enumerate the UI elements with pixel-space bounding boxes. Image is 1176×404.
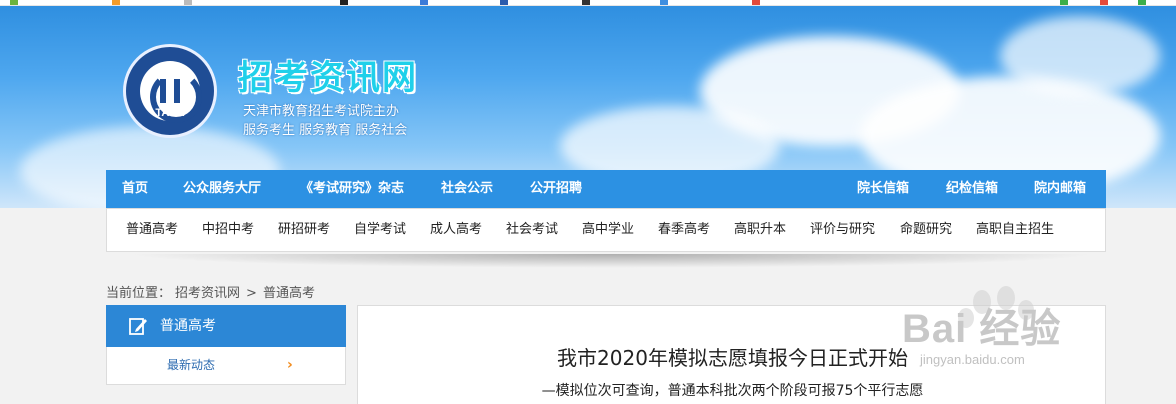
site-slogan: 服务考生 服务教育 服务社会: [243, 123, 408, 138]
subnav-item[interactable]: 高职自主招生: [976, 209, 1054, 251]
breadcrumb: 当前位置： 招考资讯网 > 普通高考: [106, 282, 319, 301]
site-title[interactable]: 招考资讯网: [238, 50, 418, 99]
sidebar-title: 普通高考: [160, 318, 216, 334]
subnav-item[interactable]: 普通高考: [126, 209, 178, 251]
bookmark-icon[interactable]: [10, 0, 18, 5]
subnav-item[interactable]: 自学考试: [354, 209, 406, 251]
chevron-right-icon: ›: [287, 357, 293, 373]
subnav-item[interactable]: 春季高考: [658, 209, 710, 251]
sub-nav: 普通高考 中招中考 研招研考 自学考试 成人高考 社会考试 高中学业 春季高考 …: [106, 208, 1106, 252]
bookmark-icon[interactable]: [420, 0, 428, 5]
bookmark-icon[interactable]: [1060, 0, 1068, 5]
subnav-item[interactable]: 成人高考: [430, 209, 482, 251]
bookmark-icon[interactable]: [184, 0, 192, 5]
bookmark-icon[interactable]: [340, 0, 348, 5]
bookmark-icon[interactable]: [1138, 0, 1146, 5]
subnav-item[interactable]: 社会考试: [506, 209, 558, 251]
bookmark-icon[interactable]: [500, 0, 508, 5]
edit-note-icon: [129, 318, 147, 335]
site-subtitle-organizer: 天津市教育招生考试院主办: [243, 104, 400, 119]
sidebar-item-latest[interactable]: 最新动态 ›: [106, 347, 346, 385]
nav-shadow-divider: [126, 254, 1096, 268]
subnav-item[interactable]: 研招研考: [278, 209, 330, 251]
site-logo[interactable]: TAEA: [123, 44, 217, 138]
subnav-item[interactable]: 高职升本: [734, 209, 786, 251]
nav-public-service[interactable]: 公众服务大厅: [183, 170, 261, 208]
subnav-item[interactable]: 中招中考: [202, 209, 254, 251]
bookmark-icon[interactable]: [660, 0, 668, 5]
bookmark-icon[interactable]: [112, 0, 120, 5]
nav-recruitment[interactable]: 公开招聘: [530, 170, 582, 208]
sidebar-item-label: 最新动态: [167, 358, 216, 372]
breadcrumb-separator: >: [246, 286, 257, 301]
nav-exam-journal[interactable]: 《考试研究》杂志: [300, 170, 404, 208]
breadcrumb-home-link[interactable]: 招考资讯网: [175, 286, 240, 301]
watermark-text: Bai 经验: [902, 307, 1062, 351]
main-nav: 首页 公众服务大厅 《考试研究》杂志 社会公示 公开招聘 院长信箱 纪检信箱 院…: [106, 170, 1106, 208]
nav-public-notice[interactable]: 社会公示: [441, 170, 493, 208]
nav-home[interactable]: 首页: [122, 170, 148, 208]
subnav-item[interactable]: 命题研究: [900, 209, 952, 251]
subnav-item[interactable]: 评价与研究: [810, 209, 875, 251]
breadcrumb-current[interactable]: 普通高考: [263, 286, 315, 301]
nav-discipline-mailbox[interactable]: 纪检信箱: [946, 170, 998, 208]
breadcrumb-prefix: 当前位置：: [106, 286, 172, 301]
subnav-item[interactable]: 高中学业: [582, 209, 634, 251]
bookmark-icon[interactable]: [1100, 0, 1108, 5]
sidebar-header: 普通高考: [106, 305, 346, 347]
bookmark-icon[interactable]: [752, 0, 760, 5]
bookmark-icon[interactable]: [582, 0, 590, 5]
logo-text: TAEA: [155, 107, 185, 119]
watermark-url: jingyan.baidu.com: [920, 352, 1025, 367]
nav-internal-mail[interactable]: 院内邮箱: [1034, 170, 1086, 208]
nav-president-mailbox[interactable]: 院长信箱: [857, 170, 909, 208]
